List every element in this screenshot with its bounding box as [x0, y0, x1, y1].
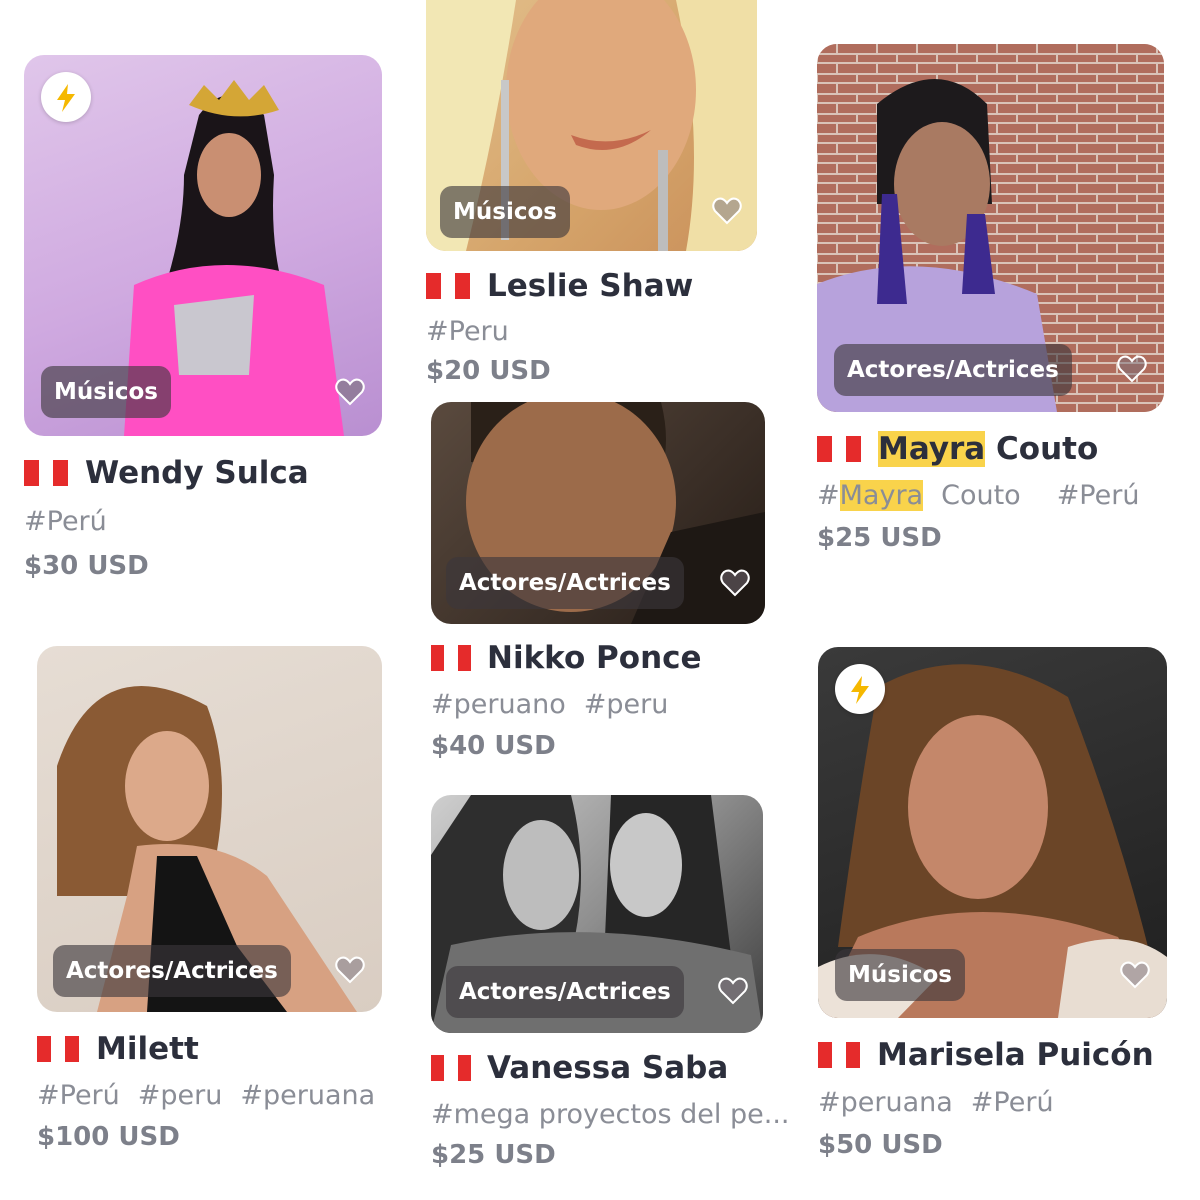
talent-photo[interactable]: Actores/Actrices	[37, 646, 382, 1012]
price: $20 USD	[426, 356, 551, 386]
talent-name[interactable]: Nikko Ponce	[487, 640, 702, 676]
tag[interactable]: #Perú	[971, 1087, 1054, 1118]
peru-flag-icon	[37, 1036, 79, 1062]
talent-photo[interactable]: Músicos	[426, 0, 757, 251]
price: $50 USD	[818, 1130, 943, 1160]
talent-name[interactable]: Mayra Couto	[878, 431, 1098, 467]
talent-name[interactable]: Marisela Puicón	[877, 1037, 1154, 1073]
category-badge: Actores/Actrices	[446, 966, 684, 1018]
peru-flag-icon	[24, 460, 69, 486]
peru-flag-icon	[818, 1042, 860, 1068]
price: $100 USD	[37, 1122, 180, 1152]
peru-flag-icon	[431, 1055, 471, 1081]
heart-icon[interactable]	[335, 956, 365, 984]
tag-list: #peruano #peru	[431, 689, 686, 720]
talent-photo[interactable]: Actores/Actrices	[817, 44, 1164, 412]
tag-list: #Peru	[426, 316, 527, 347]
tag[interactable]: #peruana	[818, 1087, 953, 1118]
price: $30 USD	[24, 551, 149, 581]
tag[interactable]: #peru	[584, 689, 669, 720]
lightning-bolt-icon	[851, 676, 869, 704]
category-badge: Músicos	[440, 186, 570, 238]
heart-icon[interactable]	[335, 378, 365, 406]
peru-flag-icon	[431, 645, 471, 671]
talent-photo[interactable]: Músicos	[24, 55, 382, 436]
category-badge: Actores/Actrices	[446, 557, 684, 609]
tag-list: #Perú	[24, 506, 125, 537]
tag[interactable]: #peruano	[431, 689, 566, 720]
tag[interactable]: #Peru	[426, 316, 509, 347]
talent-photo[interactable]: Actores/Actrices	[431, 795, 763, 1033]
peru-flag-icon	[817, 436, 862, 462]
tag-list: #peruana #Perú	[818, 1087, 1072, 1118]
price: $40 USD	[431, 731, 556, 761]
tag[interactable]: #Perú	[37, 1080, 120, 1111]
talent-photo[interactable]: Actores/Actrices	[431, 402, 765, 624]
peru-flag-icon	[426, 273, 471, 299]
search-highlight: Mayra	[878, 431, 986, 467]
heart-icon[interactable]	[1120, 961, 1150, 989]
heart-icon[interactable]	[718, 977, 748, 1005]
tag[interactable]: #Perú	[1057, 480, 1140, 511]
talent-name[interactable]: Wendy Sulca	[85, 455, 309, 491]
heart-icon[interactable]	[720, 569, 750, 597]
tag-list: #Perú #peru #peruana	[37, 1080, 393, 1111]
tag[interactable]: #peruana	[240, 1080, 375, 1111]
talent-photo[interactable]: Músicos	[818, 647, 1167, 1018]
fast-delivery-badge	[835, 664, 885, 714]
category-badge: Actores/Actrices	[834, 344, 1072, 396]
lightning-bolt-icon	[57, 84, 75, 112]
category-badge: Músicos	[41, 366, 171, 418]
talent-name[interactable]: Milett	[96, 1031, 199, 1067]
tag[interactable]: #peru	[138, 1080, 223, 1111]
price: $25 USD	[431, 1140, 556, 1170]
heart-icon[interactable]	[1117, 355, 1147, 383]
tag-list: #Mayra Couto #Perú	[817, 480, 1157, 511]
tag-list: #mega proyectos del pe...	[431, 1099, 808, 1130]
heart-icon[interactable]	[712, 197, 742, 225]
tag[interactable]: #Perú	[24, 506, 107, 537]
talent-name[interactable]: Vanessa Saba	[487, 1050, 728, 1086]
talent-name[interactable]: Leslie Shaw	[487, 268, 693, 304]
category-badge: Músicos	[835, 949, 965, 1001]
fast-delivery-badge	[41, 72, 91, 122]
price: $25 USD	[817, 523, 942, 553]
tag[interactable]: #Mayra Couto	[817, 480, 1039, 511]
category-badge: Actores/Actrices	[53, 945, 291, 997]
tag[interactable]: #mega proyectos del pe...	[431, 1099, 790, 1130]
